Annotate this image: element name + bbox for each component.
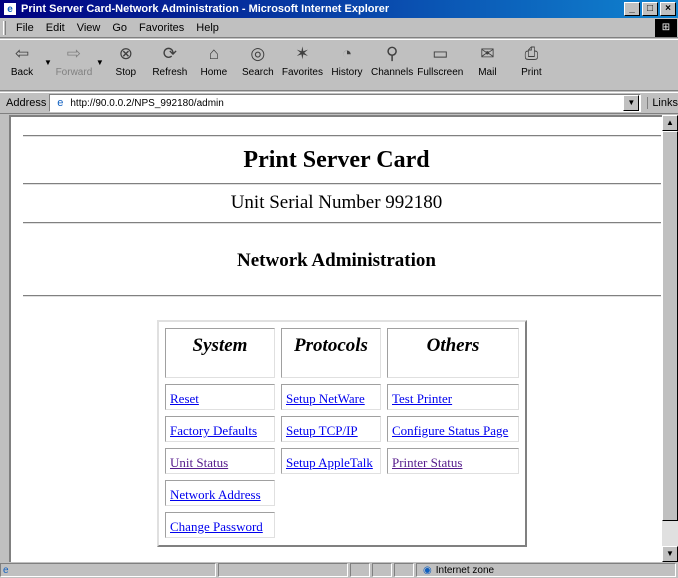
address-label: Address (6, 97, 47, 109)
title-bar: e Print Server Card-Network Administrati… (0, 0, 678, 18)
scroll-thumb[interactable] (662, 131, 678, 521)
menu-view[interactable]: View (71, 22, 107, 34)
setup-tcpip-link[interactable]: Setup TCP/IP (286, 423, 358, 439)
page-icon: e (57, 97, 64, 109)
scroll-up-icon[interactable]: ▲ (662, 115, 678, 131)
home-icon: ⌂ (208, 44, 219, 63)
print-icon: ⎙ (524, 44, 539, 63)
maximize-button[interactable]: □ (642, 2, 658, 16)
admin-table: System Protocols Others Reset Factory De… (157, 320, 527, 547)
menu-file[interactable]: File (10, 22, 40, 34)
search-icon: ◎ (250, 44, 266, 63)
protocols-cell: Setup TCP/IP (281, 416, 381, 442)
address-bar: Address e http://90.0.0.2/NPS_992180/adm… (0, 92, 678, 114)
reset-link[interactable]: Reset (170, 391, 199, 407)
test-printer-link[interactable]: Test Printer (392, 391, 452, 407)
grip-handle[interactable] (3, 20, 6, 35)
header-system: System (165, 328, 275, 378)
divider (23, 183, 661, 185)
unit-status-link[interactable]: Unit Status (170, 455, 228, 471)
home-button[interactable]: ⌂ Home (194, 43, 234, 78)
history-icon: ◔ (341, 44, 353, 63)
back-arrow-icon: ⇦ (14, 44, 30, 63)
refresh-button[interactable]: ⟳ Refresh (150, 43, 190, 78)
factory-defaults-link[interactable]: Factory Defaults (170, 423, 257, 439)
menu-bar: File Edit View Go Favorites Help ⊞ (0, 18, 678, 38)
divider (23, 135, 661, 137)
divider (23, 295, 661, 297)
channels-icon: ⚲ (385, 44, 399, 63)
globe-icon: ◉ (423, 564, 432, 576)
ie-icon: e (3, 2, 17, 16)
forward-dropdown-icon[interactable]: ▼ (96, 58, 104, 67)
back-button[interactable]: ⇦ Back (2, 43, 42, 78)
system-cell: Unit Status (165, 448, 275, 474)
header-others: Others (387, 328, 519, 378)
system-cell: Change Password (165, 512, 275, 538)
links-button[interactable]: Links (647, 97, 678, 109)
back-dropdown-icon[interactable]: ▼ (44, 58, 52, 67)
protocols-cell: Setup AppleTalk (281, 448, 381, 474)
fullscreen-button[interactable]: ▭ Fullscreen (417, 43, 463, 78)
address-dropdown-icon[interactable]: ▼ (623, 95, 640, 111)
zone-panel: ◉ Internet zone (416, 563, 676, 577)
system-cell: Factory Defaults (165, 416, 275, 442)
page-title: Print Server Card (243, 147, 430, 173)
stop-icon: ⊗ (118, 44, 133, 63)
status-panel (372, 563, 392, 577)
network-address-link[interactable]: Network Address (170, 487, 261, 503)
vertical-scrollbar[interactable]: ▲ ▼ (662, 115, 678, 562)
setup-netware-link[interactable]: Setup NetWare (286, 391, 365, 407)
favorites-button[interactable]: ✶ Favorites (282, 43, 323, 78)
windows-logo-icon: ⊞ (655, 18, 677, 37)
status-text-panel: e (0, 563, 216, 577)
others-cell: Configure Status Page (387, 416, 519, 442)
refresh-icon: ⟳ (162, 44, 177, 63)
forward-button[interactable]: ⇨ Forward (54, 43, 94, 78)
page-status-icon: e (3, 564, 9, 576)
system-cell: Network Address (165, 480, 275, 506)
printer-status-link[interactable]: Printer Status (392, 455, 462, 471)
stop-button[interactable]: ⊗ Stop (106, 43, 146, 78)
scroll-down-icon[interactable]: ▼ (662, 546, 678, 562)
menu-go[interactable]: Go (106, 22, 133, 34)
mail-icon: ✉ (480, 44, 495, 63)
minimize-button[interactable]: _ (624, 2, 640, 16)
status-panel (394, 563, 414, 577)
others-cell: Test Printer (387, 384, 519, 410)
menu-edit[interactable]: Edit (40, 22, 71, 34)
search-button[interactable]: ◎ Search (238, 43, 278, 78)
forward-arrow-icon: ⇨ (66, 44, 82, 63)
channels-button[interactable]: ⚲ Channels (371, 43, 413, 78)
page-viewport: Print Server Card Unit Serial Number 992… (9, 115, 662, 562)
divider (23, 222, 661, 224)
serial-number: Unit Serial Number 992180 (230, 192, 443, 213)
section-title: Network Administration (237, 250, 436, 271)
menu-help[interactable]: Help (190, 22, 225, 34)
status-panel (350, 563, 370, 577)
history-button[interactable]: ◔ History (327, 43, 367, 78)
setup-appletalk-link[interactable]: Setup AppleTalk (286, 455, 373, 471)
window-title: Print Server Card-Network Administration… (21, 3, 390, 15)
others-cell: Printer Status (387, 448, 519, 474)
configure-status-page-link[interactable]: Configure Status Page (392, 423, 508, 439)
protocols-cell: Setup NetWare (281, 384, 381, 410)
fullscreen-icon: ▭ (432, 44, 449, 63)
favorites-icon: ✶ (295, 44, 310, 63)
zone-label: Internet zone (435, 564, 495, 576)
status-bar: e ◉ Internet zone (0, 562, 678, 578)
change-password-link[interactable]: Change Password (170, 519, 263, 535)
address-url[interactable]: http://90.0.0.2/NPS_992180/admin (70, 98, 223, 109)
system-cell: Reset (165, 384, 275, 410)
mail-button[interactable]: ✉ Mail (467, 43, 507, 78)
status-panel (218, 563, 348, 577)
header-protocols: Protocols (281, 328, 381, 378)
close-button[interactable]: × (660, 2, 676, 16)
address-input[interactable]: e http://90.0.0.2/NPS_992180/admin ▼ (49, 94, 642, 112)
menu-favorites[interactable]: Favorites (133, 22, 190, 34)
print-button[interactable]: ⎙ Print (511, 43, 551, 78)
toolbar: ⇦ Back ▼ ⇨ Forward ▼ ⊗ Stop ⟳ Refresh ⌂ … (0, 39, 678, 91)
